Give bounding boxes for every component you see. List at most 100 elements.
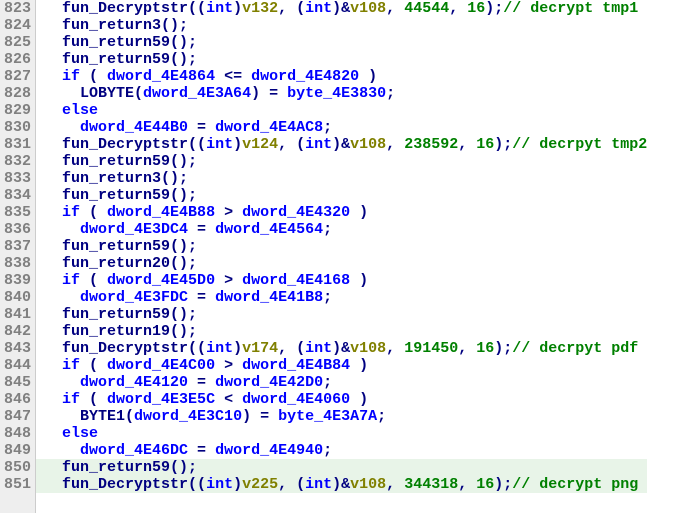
token-cast: int [305,476,332,493]
code-line[interactable]: fun_Decryptstr((int)v174, (int)&v108, 19… [44,340,647,357]
token-call: LOBYTE [44,85,134,102]
code-line[interactable]: BYTE1(dword_4E3C10) = byte_4E3A7A; [44,408,647,425]
token-punct: ( [80,357,107,374]
code-line[interactable]: fun_Decryptstr((int)v225, (int)&v108, 34… [36,476,647,493]
token-punct: , [386,340,404,357]
token-call: fun_return20 [44,255,170,272]
code-line[interactable]: dword_4E3FDC = dword_4E41B8; [44,289,647,306]
line-number: 849 [4,442,31,459]
token-punct: (); [170,34,197,51]
code-line[interactable]: if ( dword_4E4C00 > dword_4E4B84 ) [44,357,647,374]
token-call: fun_return59 [44,187,170,204]
token-comment: // decrypt png [512,476,638,493]
token-keyword: else [44,102,98,119]
token-punct: ); [494,476,512,493]
line-number: 833 [4,170,31,187]
token-ident: byte_4E3830 [287,85,386,102]
code-line[interactable]: fun_return59(); [44,187,647,204]
line-number: 826 [4,51,31,68]
token-punct: <= [215,68,251,85]
token-ident: dword_4E3E5C [107,391,215,408]
code-line[interactable]: if ( dword_4E4B88 > dword_4E4320 ) [44,204,647,221]
token-call: fun_return3 [44,170,161,187]
token-call: fun_return59 [44,153,170,170]
token-punct: (); [161,170,188,187]
line-number: 847 [4,408,31,425]
code-line[interactable]: fun_return59(); [44,238,647,255]
token-var: v108 [350,0,386,17]
token-punct: ; [323,374,332,391]
token-number: 191450 [404,340,458,357]
token-ident: dword_4E4060 [242,391,350,408]
code-line[interactable]: dword_4E4120 = dword_4E42D0; [44,374,647,391]
line-number: 828 [4,85,31,102]
code-line[interactable]: fun_return59(); [44,153,647,170]
token-call: BYTE1 [44,408,125,425]
token-punct: ) [233,0,242,17]
line-number: 848 [4,425,31,442]
token-ident: dword_4E4C00 [107,357,215,374]
token-punct: = [188,374,215,391]
code-line[interactable]: dword_4E44B0 = dword_4E4AC8; [44,119,647,136]
code-line[interactable]: dword_4E46DC = dword_4E4940; [44,442,647,459]
token-call: fun_return3 [44,17,161,34]
code-line[interactable]: fun_return3(); [44,170,647,187]
token-punct: (); [170,153,197,170]
code-line[interactable]: fun_Decryptstr((int)v124, (int)&v108, 23… [44,136,647,153]
line-number: 827 [4,68,31,85]
code-line[interactable]: if ( dword_4E3E5C < dword_4E4060 ) [44,391,647,408]
token-ident: dword_4E42D0 [215,374,323,391]
token-punct: ( [80,391,107,408]
token-punct: ); [485,0,503,17]
code-line[interactable]: fun_return59(); [44,306,647,323]
token-number: 44544 [404,0,449,17]
code-line[interactable]: fun_return19(); [44,323,647,340]
code-line[interactable]: fun_Decryptstr((int)v132, (int)&v108, 44… [44,0,647,17]
code-line[interactable]: dword_4E3DC4 = dword_4E4564; [44,221,647,238]
token-number: 238592 [404,136,458,153]
token-punct: , [458,476,476,493]
token-punct: )& [332,476,350,493]
code-editor: 8238248258268278288298308318328338348358… [0,0,690,513]
token-call: fun_return59 [44,34,170,51]
token-punct: ) [359,68,377,85]
code-line[interactable]: else [44,425,647,442]
token-cast: int [206,136,233,153]
code-line[interactable]: fun_return59(); [44,51,647,68]
token-punct: , [458,136,476,153]
token-comment: // decrpyt pdf [512,340,638,357]
code-line[interactable]: fun_return59(); [44,34,647,51]
code-line[interactable]: fun_return3(); [44,17,647,34]
token-ident: dword_4E3A64 [143,85,251,102]
token-number: 16 [476,340,494,357]
token-var: v132 [242,0,278,17]
token-ident: dword_4E4320 [242,204,350,221]
line-number: 824 [4,17,31,34]
token-punct: (); [170,238,197,255]
token-punct: < [215,391,242,408]
code-line[interactable]: if ( dword_4E4864 <= dword_4E4820 ) [44,68,647,85]
token-punct: ) [233,136,242,153]
token-punct: (( [188,340,206,357]
token-ident: dword_4E4120 [44,374,188,391]
code-line[interactable]: fun_return59(); [36,459,647,476]
token-ident: dword_4E4864 [107,68,215,85]
token-keyword: if [44,391,80,408]
code-line[interactable]: fun_return20(); [44,255,647,272]
line-number: 846 [4,391,31,408]
code-line[interactable]: if ( dword_4E45D0 > dword_4E4168 ) [44,272,647,289]
code-line[interactable]: LOBYTE(dword_4E3A64) = byte_4E3830; [44,85,647,102]
token-punct: ) [233,476,242,493]
code-area[interactable]: fun_Decryptstr((int)v132, (int)&v108, 44… [36,0,647,513]
token-ident: dword_4E4564 [215,221,323,238]
token-call: fun_return19 [44,323,170,340]
line-number: 831 [4,136,31,153]
line-number: 829 [4,102,31,119]
token-cast: int [206,0,233,17]
line-number-gutter: 8238248258268278288298308318328338348358… [0,0,36,513]
token-punct: ; [323,289,332,306]
line-number: 839 [4,272,31,289]
token-punct: , ( [278,476,305,493]
token-comment: // decrypt tmp1 [503,0,638,17]
code-line[interactable]: else [44,102,647,119]
